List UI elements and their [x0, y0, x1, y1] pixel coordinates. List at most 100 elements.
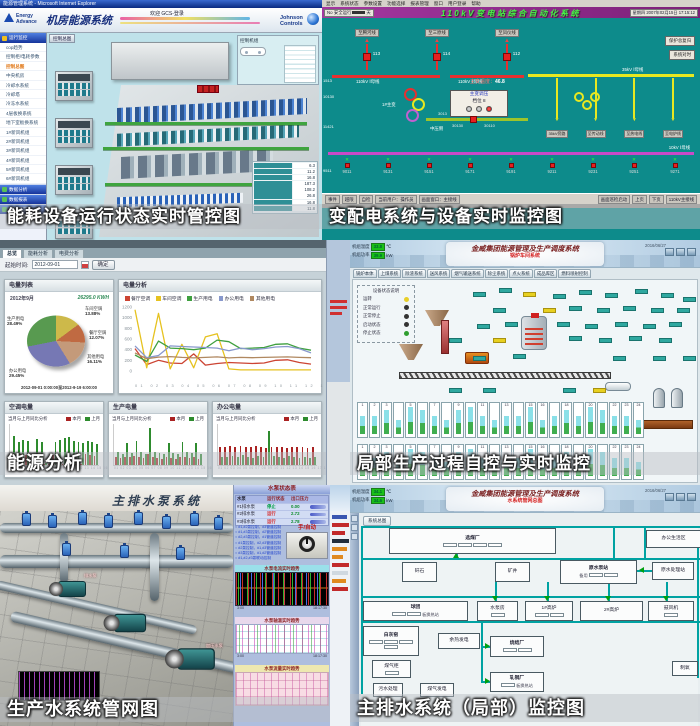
next-page-button[interactable]: 下页 — [649, 195, 664, 204]
printer-icon[interactable] — [687, 493, 696, 501]
block-pellet[interactable]: 球团 板换热站 — [363, 601, 468, 621]
prev-page-button[interactable]: 上页 — [632, 195, 647, 204]
sidebar-item[interactable]: 5#新风机组 — [0, 165, 46, 174]
menu-item[interactable]: 窗口 — [434, 0, 443, 7]
block-pump-house[interactable]: 水泵房 — [477, 601, 518, 621]
menu-item[interactable]: 参数设置 — [364, 0, 382, 7]
block-furnace-2[interactable]: 2#高炉 — [580, 601, 643, 621]
sidebar-item[interactable]: cop趋势 — [0, 43, 46, 52]
sidebar-item[interactable]: 3#新风机组 — [0, 146, 46, 155]
sidebar-item[interactable]: 控制柜/电耗参数 — [0, 52, 46, 61]
pump-2[interactable] — [114, 614, 146, 632]
block-lime-kiln[interactable]: 白灰窑 — [363, 626, 419, 656]
sidebar-item[interactable]: 中央机房 — [0, 71, 46, 80]
valve-actuator-1[interactable] — [22, 513, 31, 526]
block-blower[interactable]: 鼓风机 — [648, 601, 694, 621]
breaker-icon[interactable] — [503, 53, 511, 61]
block-sinter-plant[interactable]: 烧结厂 — [490, 636, 544, 657]
line-destination-label[interactable]: 至凤仪线 — [495, 29, 519, 37]
menu-item[interactable]: 报表管理 — [410, 0, 428, 7]
menu-item[interactable]: 功能选择 — [387, 0, 405, 7]
feeder-label[interactable]: 35kV旁路 — [546, 130, 567, 138]
feeder-breaker-icon[interactable] — [550, 163, 555, 168]
patrol-start-button[interactable]: 画面巡检启动 — [598, 195, 630, 204]
valve-actuator-5[interactable] — [134, 512, 143, 525]
computer-icon[interactable] — [665, 493, 674, 501]
main-wiring-button[interactable]: 110kV主接线 — [666, 195, 697, 204]
breaker-301[interactable] — [470, 116, 477, 123]
system-overview-tab[interactable]: 系统总图 — [363, 516, 391, 526]
radio-option[interactable]: ○ #1,#2,#3泵联动控制 — [235, 556, 287, 561]
limits-button[interactable]: 越限 — [342, 195, 357, 204]
valve-actuator-10[interactable] — [120, 545, 129, 558]
menu-item[interactable]: 用户登录 — [448, 0, 466, 7]
cabinet-1[interactable] — [55, 71, 93, 101]
process-tab[interactable]: 成品库区 — [534, 269, 558, 278]
sidebar-footer-item[interactable]: 数据分析 — [0, 184, 46, 194]
dashboard-tab[interactable]: 总览 — [2, 249, 22, 258]
selfcheck-button[interactable]: 自检 — [359, 195, 374, 204]
start-date-input[interactable]: 2012-09-01 — [32, 260, 78, 269]
printer-icon[interactable] — [687, 248, 696, 256]
home-icon[interactable] — [676, 248, 685, 256]
block-water-treatment[interactable]: 原水处理站 — [652, 562, 694, 580]
feeder-label[interactable]: 至传动线 — [586, 130, 606, 138]
protection-reset-button[interactable]: 保护总复归 — [665, 36, 695, 46]
controller-device[interactable] — [240, 47, 266, 56]
feeder-breaker-icon[interactable] — [632, 163, 637, 168]
valve-actuator-11[interactable] — [176, 547, 185, 560]
time-sync-button[interactable]: 系统对时 — [669, 50, 695, 60]
block-coal-washery[interactable]: 选煤厂 — [389, 528, 556, 554]
sidebar-item[interactable]: 4#新风机组 — [0, 156, 46, 165]
block-office-area[interactable]: 办公生活区 — [646, 530, 700, 548]
dashboard-tab[interactable]: 能耗分析 — [23, 249, 53, 258]
valve-actuator-3[interactable] — [78, 512, 87, 525]
feeder-breaker-icon[interactable] — [468, 163, 473, 168]
sidebar-item[interactable]: 地下室板换系统 — [0, 118, 46, 127]
process-tab[interactable]: 点火系统 — [509, 269, 533, 278]
process-tab[interactable]: 送风系统 — [427, 269, 451, 278]
pump-1[interactable] — [58, 581, 86, 597]
process-tab[interactable]: 除尘系统 — [485, 269, 509, 278]
feeder-breaker-icon[interactable] — [427, 163, 432, 168]
tap-lower-button[interactable] — [476, 106, 482, 112]
breaker-icon[interactable] — [433, 53, 441, 61]
process-tab[interactable]: 锅炉本体 — [353, 269, 377, 278]
pump-3[interactable] — [177, 648, 215, 670]
block-oxygen-plant[interactable]: 制氧 — [672, 661, 698, 676]
sidebar-item[interactable]: 冷却塔 — [0, 90, 46, 99]
block-waste-heat-power[interactable]: 余热发电 — [438, 633, 480, 649]
process-tab[interactable]: 除渣系统 — [402, 269, 426, 278]
confirm-button[interactable]: 确定 — [92, 260, 115, 270]
block-gas-holder[interactable]: 煤气柜 — [372, 660, 411, 678]
calendar-icon[interactable] — [81, 261, 89, 269]
menu-item[interactable]: 系统状态 — [340, 0, 358, 7]
view-tab[interactable]: 控制总图 — [49, 34, 75, 43]
block-rolling-mill[interactable]: 轧钢厂 板换热站 — [490, 672, 544, 692]
block-mine[interactable]: 矿井 — [495, 562, 530, 582]
menu-item[interactable]: 帮助 — [471, 0, 480, 7]
sidebar-item[interactable]: 控制总图 — [0, 62, 46, 71]
sidebar-footer-item[interactable]: 数据报表 — [0, 194, 46, 204]
menu-item[interactable]: 显示 — [326, 0, 335, 7]
breaker-icon[interactable] — [363, 53, 371, 61]
events-button[interactable]: 事件 — [325, 195, 340, 204]
process-tab[interactable]: 燃料喷射控制 — [558, 269, 590, 278]
sidebar-item[interactable]: 冷却水系统 — [0, 81, 46, 90]
valve-actuator-9[interactable] — [62, 543, 71, 556]
computer-icon[interactable] — [665, 248, 674, 256]
line-destination-label[interactable]: 至三原线 — [425, 29, 449, 37]
mode-knob[interactable] — [299, 536, 315, 552]
sidebar-header-monitor[interactable]: 运行监控 — [0, 33, 46, 43]
feeder-label[interactable]: 至电炉线 — [663, 130, 683, 138]
valve-actuator-8[interactable] — [214, 517, 223, 530]
sidebar-item[interactable]: 6#新风机组 — [0, 174, 46, 183]
valve-actuator-7[interactable] — [190, 513, 199, 526]
feeder-breaker-icon[interactable] — [591, 163, 596, 168]
transformer-lv-winding[interactable] — [406, 109, 419, 122]
block-gangue[interactable]: 矸石 — [402, 562, 437, 582]
feeder-label[interactable]: 至热电线 — [624, 130, 644, 138]
valve-actuator-2[interactable] — [48, 515, 57, 528]
process-tab[interactable]: 烟气输送系统 — [451, 269, 483, 278]
sidebar-item[interactable]: 1#新风机组 — [0, 128, 46, 137]
